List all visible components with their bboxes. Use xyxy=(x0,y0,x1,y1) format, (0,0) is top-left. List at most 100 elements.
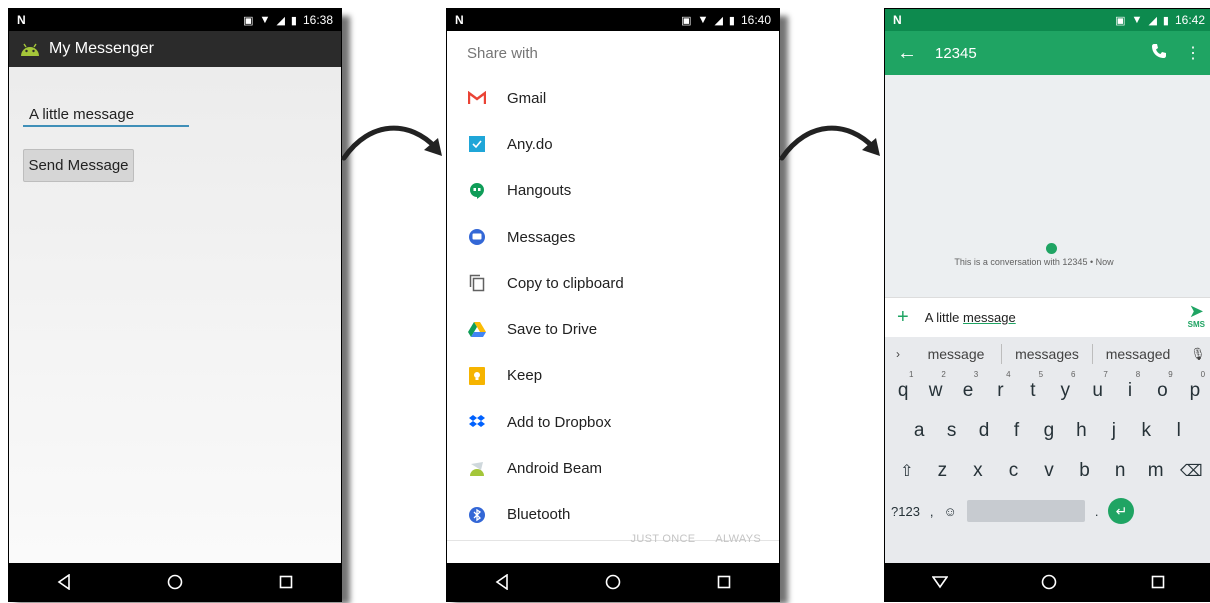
vibrate-icon: ▣ xyxy=(681,14,692,27)
key-z[interactable]: z xyxy=(925,460,961,482)
status-bar: N ▣ ▼ ◢ ▮ 16:38 xyxy=(9,9,341,31)
recents-nav-button[interactable] xyxy=(1128,567,1188,597)
hangouts-icon xyxy=(467,181,487,201)
status-brand: N xyxy=(17,13,26,27)
recents-square-icon xyxy=(1152,575,1165,589)
space-key[interactable] xyxy=(966,500,1085,522)
recents-nav-button[interactable] xyxy=(256,567,316,597)
back-nav-button[interactable] xyxy=(34,567,94,597)
key-p[interactable]: 0p xyxy=(1179,370,1210,402)
conversation-app-bar: ← 12345 ⋮ xyxy=(885,31,1210,75)
backspace-icon[interactable]: ⌫ xyxy=(1174,461,1210,481)
back-arrow-icon[interactable]: ← xyxy=(897,42,917,65)
key-i[interactable]: 8i xyxy=(1114,370,1146,402)
key-hint: 2 xyxy=(941,370,946,379)
key-g[interactable]: g xyxy=(1033,420,1065,442)
suggestion-2[interactable]: messages xyxy=(1002,346,1092,362)
home-nav-button[interactable] xyxy=(145,567,205,597)
chevron-right-icon[interactable]: › xyxy=(885,347,911,361)
key-s[interactable]: s xyxy=(935,420,967,442)
send-sms-label: SMS xyxy=(1187,320,1205,329)
key-d[interactable]: d xyxy=(968,420,1000,442)
drive-icon xyxy=(467,320,487,340)
key-q[interactable]: 1q xyxy=(887,370,919,402)
home-circle-icon xyxy=(1041,574,1057,590)
period-key[interactable]: . xyxy=(1095,504,1099,519)
share-item-dropbox[interactable]: Add to Dropbox xyxy=(447,399,779,445)
key-v[interactable]: v xyxy=(1031,460,1067,482)
key-label: p xyxy=(1189,380,1201,401)
key-l[interactable]: l xyxy=(1163,420,1195,442)
status-bar: N ▣ ▼ ◢ ▮ 16:40 xyxy=(447,9,779,31)
key-o[interactable]: 9o xyxy=(1146,370,1178,402)
share-item-label: Hangouts xyxy=(507,182,572,200)
keep-icon xyxy=(467,366,487,386)
message-input[interactable] xyxy=(23,103,189,127)
recents-nav-button[interactable] xyxy=(694,567,754,597)
key-x[interactable]: x xyxy=(960,460,996,482)
key-y[interactable]: 6y xyxy=(1049,370,1081,402)
key-k[interactable]: k xyxy=(1130,420,1162,442)
share-item-clipboard[interactable]: Copy to clipboard xyxy=(447,260,779,306)
send-icon: ➤ xyxy=(1188,301,1204,321)
key-label: o xyxy=(1157,380,1168,401)
shift-icon[interactable]: ⇧ xyxy=(889,461,925,481)
share-item-messages[interactable]: Messages xyxy=(447,214,779,260)
status-time: 16:42 xyxy=(1174,13,1205,27)
share-item-android-beam[interactable]: Android Beam xyxy=(447,445,779,491)
home-nav-button[interactable] xyxy=(583,567,643,597)
send-sms-button[interactable]: ➤ SMS xyxy=(1188,302,1205,329)
key-hint: 4 xyxy=(1006,370,1011,379)
key-m[interactable]: m xyxy=(1138,460,1174,482)
key-f[interactable]: f xyxy=(1000,420,1032,442)
always-button[interactable]: ALWAYS xyxy=(715,533,761,545)
compose-input[interactable]: A little message xyxy=(925,310,1201,325)
share-target-list: Gmail Any.do Hangouts Messages Copy to c… xyxy=(447,75,779,541)
back-nav-button[interactable] xyxy=(910,567,970,597)
key-hint: 8 xyxy=(1135,370,1141,379)
attach-plus-icon[interactable]: + xyxy=(897,306,909,329)
signal-icon: ◢ xyxy=(1148,14,1157,27)
key-r[interactable]: 4r xyxy=(984,370,1016,402)
key-row-2: a s d f g h j k l xyxy=(885,411,1210,451)
android-icon xyxy=(21,43,39,56)
microphone-icon[interactable]: 🎙 xyxy=(1183,347,1210,361)
back-nav-button[interactable] xyxy=(472,567,532,597)
key-j[interactable]: j xyxy=(1098,420,1130,442)
wifi-icon: ▼ xyxy=(697,14,709,26)
home-nav-button[interactable] xyxy=(1019,567,1079,597)
suggestion-3[interactable]: messaged xyxy=(1093,346,1183,362)
share-item-anydo[interactable]: Any.do xyxy=(447,121,779,167)
key-b[interactable]: b xyxy=(1067,460,1103,482)
status-time: 16:38 xyxy=(302,13,333,27)
key-n[interactable]: n xyxy=(1102,460,1138,482)
share-item-drive[interactable]: Save to Drive xyxy=(447,306,779,352)
key-e[interactable]: 3e xyxy=(952,370,984,402)
emoji-icon[interactable]: ☺ xyxy=(944,504,957,519)
share-item-gmail[interactable]: Gmail xyxy=(447,75,779,121)
send-message-button[interactable]: Send Message xyxy=(23,149,134,182)
key-a[interactable]: a xyxy=(903,420,935,442)
comma-key[interactable]: , xyxy=(930,504,934,519)
phone-call-icon[interactable] xyxy=(1151,43,1167,64)
vibrate-icon: ▣ xyxy=(243,14,254,27)
key-t[interactable]: 5t xyxy=(1017,370,1049,402)
key-u[interactable]: 7u xyxy=(1081,370,1113,402)
conversation-note: This is a conversation with 12345 • Now xyxy=(954,257,1114,267)
share-item-hangouts[interactable]: Hangouts xyxy=(447,168,779,214)
symbols-key[interactable]: ?123 xyxy=(891,504,920,519)
compose-bar: + A little message ➤ SMS xyxy=(885,297,1210,337)
compose-text-underlined: message xyxy=(962,310,1016,325)
share-item-label: Gmail xyxy=(507,89,547,107)
share-item-keep[interactable]: Keep xyxy=(447,353,779,399)
enter-icon[interactable]: ↵ xyxy=(1108,498,1135,524)
key-c[interactable]: c xyxy=(996,460,1032,482)
share-item-label: Any.do xyxy=(507,135,553,153)
key-w[interactable]: 2w xyxy=(919,370,951,402)
suggestion-1[interactable]: message xyxy=(911,346,1001,362)
key-h[interactable]: h xyxy=(1065,420,1097,442)
more-options-icon[interactable]: ⋮ xyxy=(1185,43,1201,63)
phone-screen-messenger: N ▣ ▼ ◢ ▮ 16:38 My Messenger Send Messag… xyxy=(8,8,342,602)
share-item-label: Add to Dropbox xyxy=(507,413,612,431)
just-once-button[interactable]: JUST ONCE xyxy=(631,533,696,545)
